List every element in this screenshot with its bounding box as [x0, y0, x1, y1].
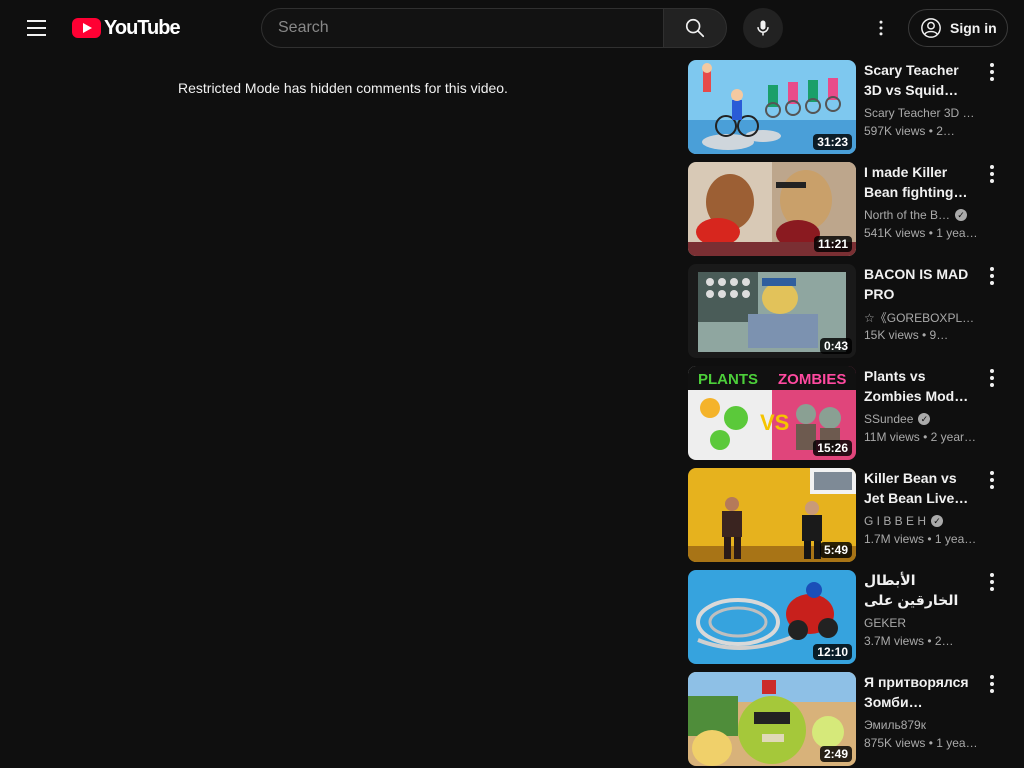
video-title[interactable]: I made Killer Bean fighting Je… — [864, 162, 980, 202]
search-box — [261, 8, 663, 48]
video-title[interactable]: Killer Bean vs Jet Bean Live Actio… — [864, 468, 980, 508]
more-vert-icon — [879, 20, 883, 36]
video-meta: Plants vs Zombies Mod in… SSundee ✓ 11M … — [864, 366, 980, 446]
video-meta: Killer Bean vs Jet Bean Live Actio… G I … — [864, 468, 980, 548]
related-video-item[interactable]: 31:23 Scary Teacher 3D vs Squid Game… Sc… — [688, 60, 1008, 154]
channel-name[interactable]: Эмиль879к — [864, 718, 926, 732]
related-video-item[interactable]: PLANTS ZOMBIES VS 15:26 Plants vs Zombie… — [688, 366, 1008, 460]
video-duration: 12:10 — [813, 644, 852, 660]
verified-badge-icon: ✓ — [931, 515, 944, 527]
more-actions-icon[interactable] — [980, 366, 1004, 390]
channel-row: ☆《GOREBOXPLAY… — [864, 308, 980, 326]
more-actions-icon[interactable] — [980, 672, 1004, 696]
masthead: YouTube Sign in — [0, 0, 1024, 56]
search-button[interactable] — [663, 8, 727, 48]
svg-text:VS: VS — [760, 410, 789, 435]
video-thumbnail[interactable]: 2:49 — [688, 672, 856, 766]
video-stats: 597K views • 2… — [864, 124, 955, 138]
youtube-play-icon — [72, 18, 101, 38]
video-meta: Scary Teacher 3D vs Squid Game… Scary Te… — [864, 60, 980, 140]
video-thumbnail[interactable]: PLANTS ZOMBIES VS 15:26 — [688, 366, 856, 460]
channel-name[interactable]: SSundee — [864, 412, 913, 426]
video-duration: 5:49 — [819, 542, 852, 558]
logo-text: YouTube — [104, 16, 181, 39]
search-icon — [685, 18, 705, 38]
voice-search-button[interactable] — [743, 8, 783, 48]
channel-row: SSundee ✓ — [864, 410, 980, 428]
video-thumbnail[interactable]: 12:10 — [688, 570, 856, 664]
related-video-item[interactable]: 5:49 Killer Bean vs Jet Bean Live Actio…… — [688, 468, 1008, 562]
video-title[interactable]: Я притворялся Зомби… — [864, 672, 980, 712]
video-stats: 3.7M views • 2… — [864, 634, 954, 648]
verified-badge-icon: ✓ — [955, 209, 968, 221]
video-thumbnail[interactable]: 31:23 — [688, 60, 856, 154]
video-stats: 11M views • 2 year… — [864, 430, 977, 444]
channel-name[interactable]: North of the B… — [864, 208, 950, 222]
settings-button[interactable] — [861, 8, 901, 48]
menu-line — [26, 20, 46, 22]
menu-line — [26, 34, 46, 36]
search-input[interactable] — [262, 9, 663, 47]
youtube-logo[interactable]: YouTube — [72, 16, 181, 40]
more-actions-icon[interactable] — [980, 60, 1004, 84]
video-title[interactable]: الأبطال الخارقين على قضبان دوامة قمع جسر… — [864, 570, 980, 610]
channel-row: Эмиль879к — [864, 716, 980, 734]
video-thumbnail[interactable]: 11:21 — [688, 162, 856, 256]
related-video-item[interactable]: 12:10 الأبطال الخارقين على قضبان دوامة ق… — [688, 570, 1008, 664]
video-meta: Я притворялся Зомби… Эмиль879к 875K view… — [864, 672, 980, 752]
sign-in-label: Sign in — [950, 20, 997, 36]
more-actions-icon[interactable] — [980, 570, 1004, 594]
guide-menu-button[interactable] — [16, 8, 56, 48]
video-stats: 875K views • 1 yea… — [864, 736, 978, 750]
video-meta: الأبطال الخارقين على قضبان دوامة قمع جسر… — [864, 570, 980, 650]
channel-row: G I B B E H ✓ — [864, 512, 980, 530]
thumb-text-zombies: ZOMBIES — [778, 371, 846, 388]
video-duration: 0:43 — [819, 338, 852, 354]
related-video-item[interactable]: 2:49 Я притворялся Зомби… Эмиль879к 875K… — [688, 672, 1008, 766]
video-title[interactable]: Scary Teacher 3D vs Squid Game… — [864, 60, 980, 100]
channel-row: GEKER — [864, 614, 980, 632]
more-actions-icon[interactable] — [980, 162, 1004, 186]
related-video-item[interactable]: 0:43 BACON IS MAD PRO ☆《GOREBOXPLAY… 15K… — [688, 264, 1008, 358]
video-duration: 2:49 — [819, 746, 852, 762]
verified-badge-icon: ✓ — [918, 413, 931, 425]
thumb-text-plants: PLANTS — [698, 371, 758, 388]
video-meta: BACON IS MAD PRO ☆《GOREBOXPLAY… 15K view… — [864, 264, 980, 344]
more-actions-icon[interactable] — [980, 264, 1004, 288]
video-stats: 1.7M views • 1 yea… — [864, 532, 977, 546]
channel-row: North of the B… ✓ — [864, 206, 980, 224]
video-stats: 541K views • 1 yea… — [864, 226, 978, 240]
video-duration: 15:26 — [813, 440, 852, 456]
video-thumbnail[interactable]: 5:49 — [688, 468, 856, 562]
channel-row: Scary Teacher 3D K… — [864, 104, 980, 122]
video-title[interactable]: BACON IS MAD PRO — [864, 264, 980, 304]
sign-in-button[interactable]: Sign in — [908, 9, 1008, 47]
video-thumbnail[interactable]: 0:43 — [688, 264, 856, 358]
video-title[interactable]: Plants vs Zombies Mod in… — [864, 366, 980, 406]
microphone-icon — [757, 20, 769, 36]
comments-restricted-message: Restricted Mode has hidden comments for … — [178, 80, 508, 96]
channel-name[interactable]: Scary Teacher 3D K… — [864, 106, 976, 120]
account-icon — [921, 18, 941, 38]
menu-line — [26, 27, 46, 29]
channel-name[interactable]: GEKER — [864, 616, 906, 630]
channel-name[interactable]: ☆《GOREBOXPLAY… — [864, 309, 976, 326]
video-stats: 15K views • 9… — [864, 328, 949, 342]
video-meta: I made Killer Bean fighting Je… North of… — [864, 162, 980, 242]
related-video-item[interactable]: 11:21 I made Killer Bean fighting Je… No… — [688, 162, 1008, 256]
video-duration: 31:23 — [813, 134, 852, 150]
channel-name[interactable]: G I B B E H — [864, 514, 926, 528]
more-actions-icon[interactable] — [980, 468, 1004, 492]
video-duration: 11:21 — [813, 236, 852, 252]
